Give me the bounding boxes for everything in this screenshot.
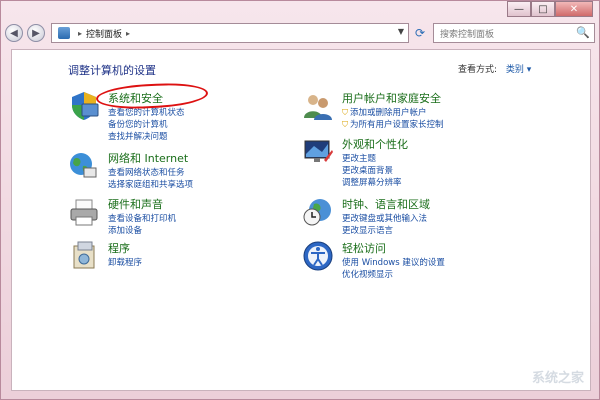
task-link[interactable]: 更改显示语言 [342, 225, 430, 237]
category-title[interactable]: 外观和个性化 [342, 136, 408, 152]
breadcrumb-separator[interactable]: ▸ [78, 29, 82, 38]
breadcrumb-separator[interactable]: ▸ [126, 29, 130, 38]
task-link[interactable]: 更改主题 [342, 153, 408, 165]
category-title[interactable]: 硬件和声音 [108, 196, 176, 212]
category-title[interactable]: 轻松访问 [342, 240, 445, 256]
caption-controls: — □ ✕ [507, 1, 593, 17]
address-bar[interactable]: ▸ 控制面板 ▸ ▼ [51, 23, 409, 43]
forward-button[interactable]: ▶ [27, 24, 45, 42]
task-link[interactable]: 更改键盘或其他输入法 [342, 213, 430, 225]
printer-icon [70, 199, 98, 226]
task-link[interactable]: 备份您的计算机 [108, 119, 185, 131]
close-button[interactable]: ✕ [555, 1, 593, 17]
search-icon[interactable]: 🔍 [576, 26, 590, 39]
task-link[interactable]: 添加设备 [108, 225, 176, 237]
task-link[interactable]: 查找并解决问题 [108, 131, 185, 143]
category-title[interactable]: 程序 [108, 240, 142, 256]
content-pane: 调整计算机的设置 查看方式: 类别 ▾ 系统和安全 查看您的计算机状态 备份您的… [11, 49, 591, 391]
clock-globe-icon [303, 199, 331, 226]
task-link[interactable]: 调整屏幕分辨率 [342, 177, 408, 189]
task-link[interactable]: 为所有用户设置家长控制 [342, 119, 444, 131]
search-input[interactable]: 搜索控制面板 🔍 [433, 23, 595, 43]
navigation-toolbar: ◀ ▶ ▸ 控制面板 ▸ ▼ ⟳ 搜索控制面板 🔍 [1, 19, 600, 47]
shield-icon [72, 92, 99, 120]
control-panel-icon [58, 27, 70, 39]
minimize-button[interactable]: — [507, 1, 531, 17]
task-link[interactable]: 更改桌面背景 [342, 165, 408, 177]
accessibility-icon [303, 241, 333, 271]
display-icon [304, 140, 333, 162]
control-panel-window: — □ ✕ ◀ ▶ ▸ 控制面板 ▸ ▼ ⟳ 搜索控制面板 🔍 调整计算机的设置… [0, 0, 600, 400]
page-title: 调整计算机的设置 [68, 64, 156, 77]
refresh-icon[interactable]: ⟳ [415, 26, 425, 40]
task-link[interactable]: 使用 Windows 建议的设置 [342, 257, 445, 269]
address-dropdown-button[interactable]: ▼ [398, 27, 404, 36]
programs-box-icon [73, 241, 95, 269]
watermark-logo: 系统之家 [531, 371, 584, 386]
category-title[interactable]: 用户帐户和家庭安全 [342, 90, 444, 106]
task-link[interactable]: 添加或删除用户帐户 [342, 107, 444, 119]
task-link[interactable]: 选择家庭组和共享选项 [108, 179, 193, 191]
task-link[interactable]: 优化视频显示 [342, 269, 445, 281]
task-link[interactable]: 查看设备和打印机 [108, 213, 176, 225]
search-placeholder: 搜索控制面板 [440, 29, 495, 40]
category-title[interactable]: 网络和 Internet [108, 150, 193, 166]
task-link[interactable]: 查看您的计算机状态 [108, 107, 185, 119]
network-globe-icon [70, 153, 97, 178]
task-link[interactable]: 查看网络状态和任务 [108, 167, 193, 179]
back-button[interactable]: ◀ [5, 24, 23, 42]
users-icon [304, 95, 332, 120]
view-by-dropdown[interactable]: 类别 ▾ [506, 65, 531, 75]
view-by: 查看方式: 类别 ▾ [458, 62, 531, 75]
red-highlight-circle [95, 81, 209, 111]
breadcrumb-control-panel[interactable]: 控制面板 [86, 27, 122, 40]
view-by-label: 查看方式: [458, 65, 498, 75]
maximize-button[interactable]: □ [531, 1, 555, 17]
category-title[interactable]: 时钟、语言和区域 [342, 196, 430, 212]
task-link[interactable]: 卸载程序 [108, 257, 142, 269]
